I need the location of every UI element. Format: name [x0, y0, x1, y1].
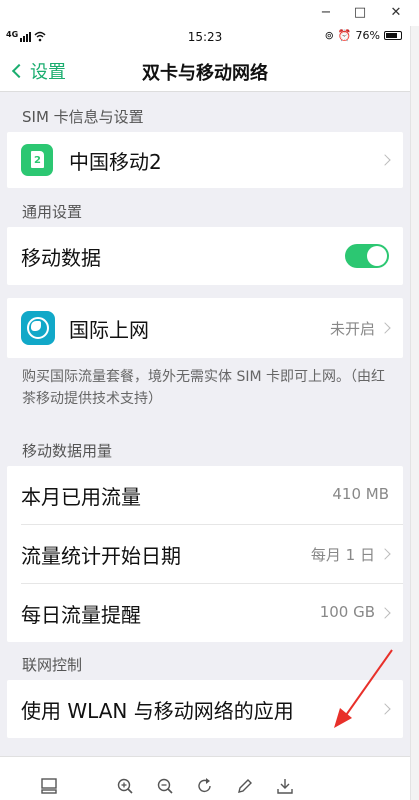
usage-row-value: 100 GB	[319, 603, 375, 621]
intl-roaming-row[interactable]: 国际上网 未开启	[7, 298, 403, 358]
status-bar: 4G 15:23 ⊚ ⏰ 76%	[0, 26, 410, 48]
intl-roaming-value: 未开启	[329, 320, 375, 338]
minimize-button[interactable]: −	[316, 3, 336, 23]
download-icon[interactable]	[276, 777, 294, 795]
usage-row-label: 本月已用流量	[21, 485, 141, 509]
sim-name: 中国移动2	[69, 150, 162, 174]
sim-card-row[interactable]: 2 中国移动2	[7, 132, 403, 188]
page-title: 双卡与移动网络	[142, 63, 268, 84]
usage-row-start-date[interactable]: 流量统计开始日期 每月 1 日	[7, 525, 403, 583]
annotation-arrow-icon	[334, 649, 393, 728]
sim-card-icon: 2	[21, 144, 53, 176]
network-apps-label: 使用 WLAN 与移动网络的应用	[21, 699, 294, 723]
globe-icon	[21, 311, 55, 345]
viewer-toolbar	[0, 756, 410, 800]
chevron-right-icon	[379, 322, 391, 334]
usage-row-value: 每月 1 日	[310, 546, 375, 564]
alarm-icon: ⏰	[337, 29, 352, 42]
usage-row-value: 410 MB	[332, 485, 389, 503]
sim-slot-number: 2	[34, 155, 41, 166]
window-title-bar: − □ ✕	[0, 0, 419, 26]
layout-icon[interactable]	[40, 777, 58, 795]
navigation-bar: 设置 双卡与移动网络	[0, 48, 410, 92]
usage-row-label: 流量统计开始日期	[21, 544, 181, 568]
intl-roaming-label: 国际上网	[69, 318, 149, 342]
section-header-network-control: 联网控制	[22, 656, 83, 674]
zoom-out-icon[interactable]	[156, 777, 174, 795]
usage-row-label: 每日流量提醒	[21, 603, 141, 627]
close-button[interactable]: ✕	[386, 3, 406, 23]
usage-row-monthly[interactable]: 本月已用流量 410 MB	[7, 466, 403, 524]
rotate-icon[interactable]	[196, 777, 214, 795]
section-header-usage: 移动数据用量	[22, 442, 113, 460]
section-header-general: 通用设置	[22, 203, 83, 221]
window-side-strip	[410, 26, 419, 800]
battery-percent: 76%	[355, 29, 380, 42]
usage-card: 本月已用流量 410 MB 流量统计开始日期 每月 1 日 每日流量提醒 100…	[7, 466, 403, 642]
section-header-sim: SIM 卡信息与设置	[22, 108, 144, 126]
usage-row-daily-alert[interactable]: 每日流量提醒 100 GB	[7, 584, 403, 642]
chevron-right-icon	[379, 607, 391, 619]
chevron-right-icon	[379, 154, 391, 166]
mobile-data-label: 移动数据	[21, 246, 101, 270]
phone-screen: 4G 15:23 ⊚ ⏰ 76% 设置 双卡与移动网络 SIM 卡信息与设置 2	[0, 26, 410, 800]
chevron-right-icon	[379, 548, 391, 560]
mobile-data-row: 移动数据	[7, 227, 403, 285]
lock-rotation-icon: ⊚	[324, 29, 334, 42]
zoom-in-icon[interactable]	[116, 777, 134, 795]
battery-icon	[384, 31, 402, 40]
intl-roaming-note: 购买国际流量套餐，境外无需实体 SIM 卡即可上网。（由红茶移动提供技术支持）	[22, 369, 385, 407]
mobile-data-toggle[interactable]	[345, 244, 389, 268]
edit-icon[interactable]	[236, 777, 254, 795]
maximize-button[interactable]: □	[350, 3, 370, 23]
